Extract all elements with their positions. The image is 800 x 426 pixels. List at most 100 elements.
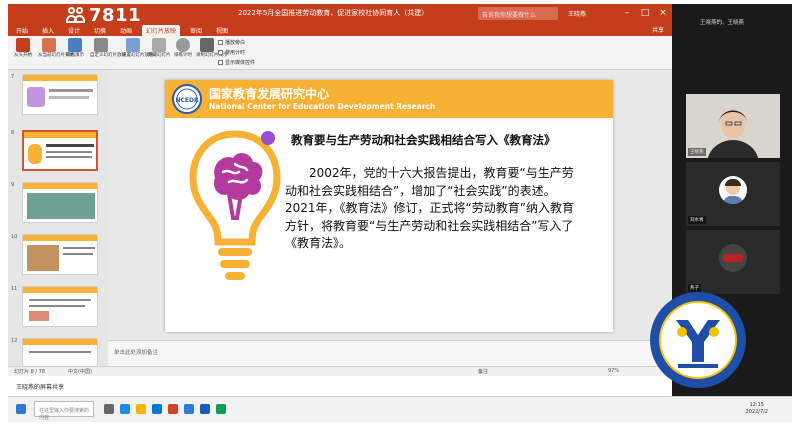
- word-icon[interactable]: [200, 404, 210, 414]
- button-label: 录制幻灯片演示: [196, 53, 228, 58]
- powerpoint-window: 7811 2022年5月全国推进劳动教育、促进家校社协同育人（共建） 告诉我你想…: [8, 4, 672, 396]
- task-view-icon[interactable]: [104, 404, 114, 414]
- tab-animations[interactable]: 动画: [116, 25, 136, 36]
- show-media-controls-checkbox[interactable]: 显示媒体控件: [218, 59, 255, 66]
- ribbon-tabs: 开始 插入 设计 切换 动画 幻灯片放映 审阅 视图 共享: [8, 24, 672, 36]
- button-label: 从头开始: [14, 53, 32, 58]
- slide-title: 教育要与生产劳动和社会实践相结合写入《教育法》: [291, 133, 556, 147]
- participant-video-tile[interactable]: 刘水青: [686, 162, 780, 226]
- thumbnail-number: 11: [11, 286, 18, 292]
- slide-counter: 幻灯片 8 / 78: [14, 369, 45, 375]
- lightbulb-brain-icon: [189, 130, 281, 280]
- slide-thumbnail[interactable]: [22, 286, 98, 327]
- tab-review[interactable]: 审阅: [186, 25, 206, 36]
- play-current-icon: [42, 38, 56, 52]
- slide-thumbnail[interactable]: [22, 182, 98, 223]
- set-up-show-button[interactable]: 设置幻灯片放映: [122, 38, 154, 59]
- slide-thumbnail[interactable]: [22, 74, 98, 115]
- play-narrations-checkbox[interactable]: 播放旁白: [218, 39, 245, 46]
- participant-name: 王晓燕: [688, 148, 706, 156]
- custom-show-icon: [94, 38, 108, 52]
- from-beginning-button[interactable]: 从头开始: [12, 38, 34, 59]
- tab-slide-show[interactable]: 幻灯片放映: [142, 25, 181, 36]
- hide-slide-button[interactable]: 隐藏幻灯片: [148, 38, 171, 59]
- zoom-level[interactable]: 97%: [608, 368, 619, 374]
- windows-taskbar: 在这里输入你要搜索的内容 12:15 2022/7/2: [8, 396, 792, 422]
- checkbox-label: 显示媒体控件: [225, 60, 256, 66]
- notes-toggle[interactable]: 备注: [478, 368, 488, 375]
- tab-transitions[interactable]: 切换: [90, 25, 110, 36]
- custom-show-button[interactable]: 自定义幻灯片放映: [90, 38, 126, 59]
- screen-frame: 7811 2022年5月全国推进劳动教育、促进家校社协同育人（共建） 告诉我你想…: [8, 4, 792, 422]
- svg-text:NCEDR: NCEDR: [175, 97, 199, 104]
- record-icon: [200, 38, 214, 52]
- button-label: 自定义幻灯片放映: [90, 53, 126, 58]
- thumbnail-number: 7: [11, 74, 15, 80]
- tab-design[interactable]: 设计: [64, 25, 84, 36]
- tab-view[interactable]: 视图: [212, 25, 232, 36]
- checkbox-label: 播放旁白: [225, 40, 246, 46]
- minimize-icon[interactable]: –: [620, 6, 634, 20]
- screen-share-label: 王晓燕的屏幕共享: [16, 384, 65, 391]
- present-online-button[interactable]: 联机演示: [64, 38, 86, 59]
- folder-icon[interactable]: [136, 404, 146, 414]
- share-button[interactable]: 共享: [652, 25, 664, 34]
- slide-body-text: 2002年，党的十六大报告提出，教育要“与生产劳动和社会实践相结合”，增加了“社…: [285, 166, 574, 250]
- clock-icon: [176, 38, 190, 52]
- use-timings-checkbox[interactable]: 使用计时: [218, 49, 245, 56]
- notes-pane[interactable]: 单击此处添加备注: [108, 340, 672, 366]
- participant-video-tile[interactable]: 燕子: [686, 230, 780, 294]
- record-show-button[interactable]: 录制幻灯片演示: [196, 38, 228, 59]
- thumbnail-number: 8: [11, 130, 15, 136]
- sidebar-title: 王晓燕的、王晓燕: [700, 20, 745, 26]
- org-name-en: National Center for Education Developmen…: [209, 102, 436, 111]
- taskbar-search[interactable]: 在这里输入你要搜索的内容: [34, 401, 94, 421]
- system-clock: 12:15 2022/7/2: [746, 402, 768, 416]
- tell-me-search[interactable]: 告诉我你想要做什么: [478, 7, 558, 20]
- participant-name: 刘水青: [688, 216, 706, 224]
- start-icon[interactable]: [16, 404, 26, 414]
- participant-count-overlay: 7811: [66, 4, 141, 26]
- participant-video-tile[interactable]: 王晓燕: [686, 94, 780, 158]
- participants-icon: [66, 6, 86, 24]
- title-bullet-dot: [261, 131, 275, 145]
- checkbox-label: 使用计时: [225, 50, 246, 56]
- button-label: 排练计时: [174, 53, 192, 58]
- slide-header-banner: NCEDR 国家教育发展研究中心 National Center for Edu…: [165, 80, 613, 118]
- tab-insert[interactable]: 插入: [38, 25, 58, 36]
- slide-thumbnail[interactable]: [22, 338, 98, 366]
- close-icon[interactable]: ×: [656, 6, 670, 20]
- edge-icon[interactable]: [120, 404, 130, 414]
- avatar: [719, 176, 747, 204]
- rehearse-timings-button[interactable]: 排练计时: [172, 38, 194, 59]
- powerpoint-icon[interactable]: [168, 404, 178, 414]
- current-slide[interactable]: NCEDR 国家教育发展研究中心 National Center for Edu…: [165, 80, 613, 332]
- participant-count: 7811: [89, 4, 142, 26]
- conference-emblem: [650, 292, 746, 388]
- wechat-icon[interactable]: [216, 404, 226, 414]
- globe-icon: [68, 38, 82, 52]
- avatar: [719, 244, 747, 272]
- thumbnail-number: 10: [11, 234, 18, 240]
- ribbon: 从头开始 从当前幻灯片开始 联机演示 自定义幻灯片放映 设置幻灯片放映 隐藏幻灯…: [8, 36, 672, 70]
- user-name: 王晓燕: [568, 11, 587, 18]
- slide-thumbnail[interactable]: [22, 234, 98, 275]
- button-label: 隐藏幻灯片: [148, 53, 171, 58]
- thumbnail-number: 9: [11, 182, 15, 188]
- store-icon[interactable]: [152, 404, 162, 414]
- meeting-app-icon[interactable]: [184, 404, 194, 414]
- setup-icon: [126, 38, 140, 52]
- tab-home[interactable]: 开始: [12, 25, 32, 36]
- button-label: 联机演示: [66, 53, 84, 58]
- hide-slide-icon: [152, 38, 166, 52]
- slide-editor: NCEDR 国家教育发展研究中心 National Center for Edu…: [108, 70, 672, 340]
- button-label: 设置幻灯片放映: [122, 53, 154, 58]
- maximize-icon[interactable]: □: [638, 6, 652, 20]
- from-current-button[interactable]: 从当前幻灯片开始: [38, 38, 74, 59]
- play-icon: [16, 38, 30, 52]
- slide-thumbnail-selected[interactable]: [22, 130, 98, 171]
- clock-date: 2022/7/2: [745, 409, 768, 415]
- button-label: 从当前幻灯片开始: [38, 53, 74, 58]
- org-name-cn: 国家教育发展研究中心: [209, 87, 330, 101]
- title-bar: 7811 2022年5月全国推进劳动教育、促进家校社协同育人（共建） 告诉我你想…: [8, 4, 672, 26]
